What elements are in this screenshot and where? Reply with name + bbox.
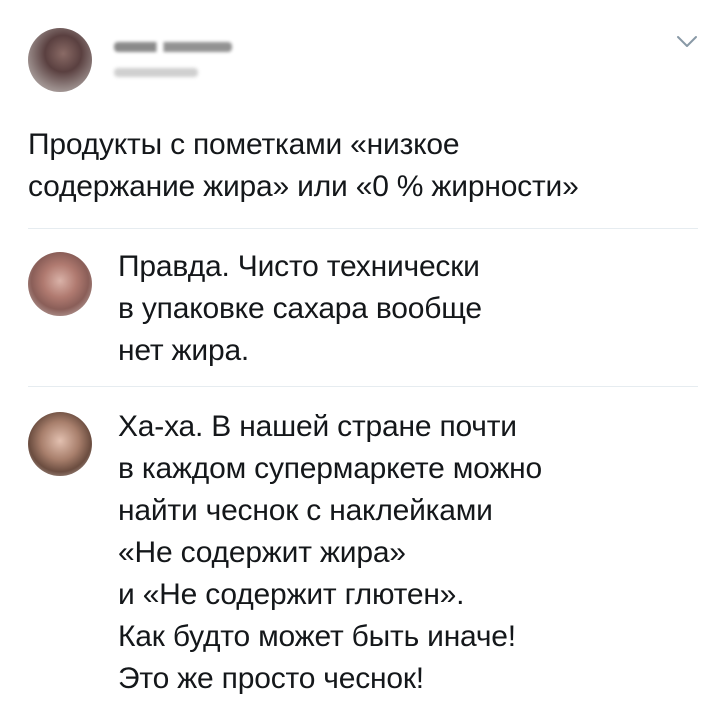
reply-text-line: найти чеснок с наклейками — [118, 494, 493, 527]
divider — [28, 228, 698, 229]
tweet-text: Продукты с пометками «низкое содержание … — [28, 124, 708, 208]
reply-text-line: нет жира. — [118, 334, 250, 367]
reply-text-line: Ха-ха. В нашей стране почти — [118, 410, 517, 443]
divider — [28, 386, 698, 387]
reply-text: Ха-ха. В нашей стране почти в каждом суп… — [118, 406, 708, 700]
reply-text-line: Это же просто чеснок! — [118, 662, 424, 695]
tweet-header — [28, 28, 708, 92]
reply-text-line: «Не содержит жира» — [118, 536, 406, 569]
reply-text-line: и «Не содержит глютен». — [118, 578, 465, 611]
reply-text-line: в упаковке сахара вообще — [118, 292, 482, 325]
chevron-down-icon[interactable] — [676, 34, 698, 50]
reply-avatar[interactable] — [28, 412, 92, 476]
tweet-card: Продукты с пометками «низкое содержание … — [0, 0, 728, 718]
reply-avatar[interactable] — [28, 252, 92, 316]
author-name-blurred[interactable] — [114, 42, 232, 52]
reply-text-line: в каждом супермаркете можно — [118, 452, 543, 485]
reply-text-line: Правда. Чисто технически — [118, 250, 480, 283]
reply-text-line: Как будто может быть иначе! — [118, 620, 516, 653]
author-avatar[interactable] — [28, 28, 92, 92]
tweet-text-line: содержание жира» или «0 % жирности» — [28, 170, 579, 203]
author-handle-blurred[interactable] — [114, 68, 198, 77]
tweet-text-line: Продукты с пометками «низкое — [28, 128, 460, 161]
reply-text: Правда. Чисто технически в упаковке саха… — [118, 246, 708, 372]
